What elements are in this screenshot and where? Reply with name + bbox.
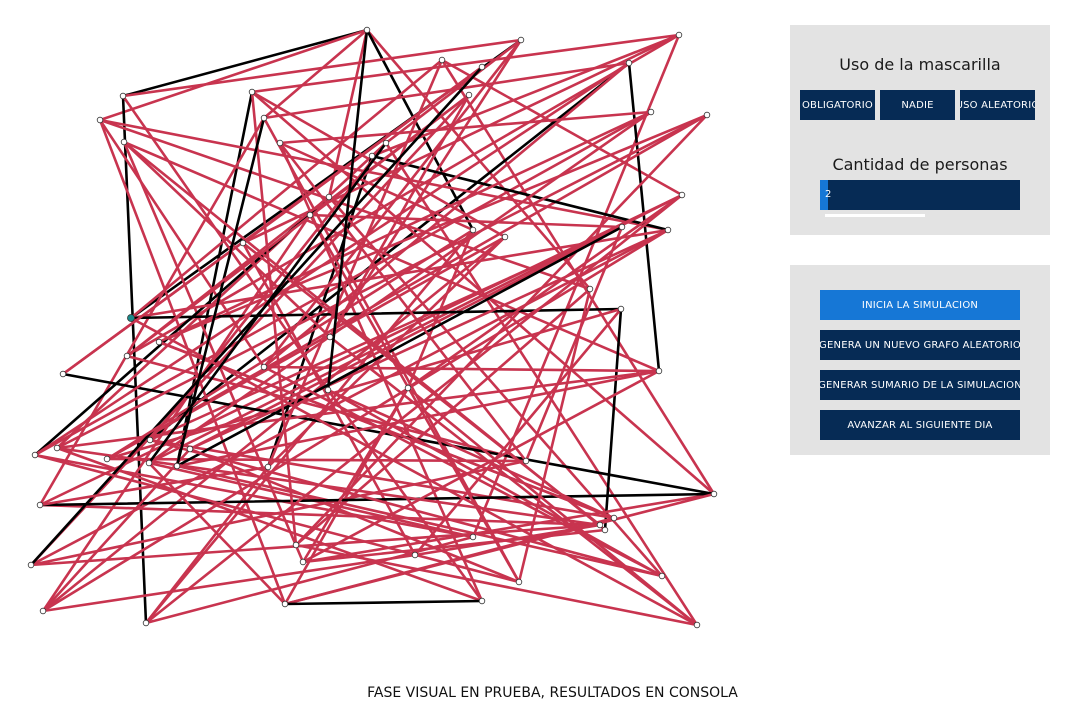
slider-underline (825, 214, 925, 217)
graph-node (123, 352, 131, 360)
next-day-button[interactable]: AVANZAR AL SIGUIENTE DIA (820, 410, 1020, 440)
graph-node (53, 444, 61, 452)
graph-node (281, 600, 289, 608)
graph-node (515, 578, 523, 586)
contact-graph (27, 26, 718, 629)
graph-node (382, 139, 390, 147)
graph-node (469, 533, 477, 541)
graph-node (325, 193, 333, 201)
graph-node (675, 31, 683, 39)
graph-node (469, 226, 477, 234)
people-count-title: Cantidad de personas (832, 155, 1008, 174)
graph-node (173, 462, 181, 470)
graph-node (501, 233, 509, 241)
graph-node (36, 501, 44, 509)
graph-node (119, 92, 127, 100)
graph-node (31, 451, 39, 459)
graph-node (155, 338, 163, 346)
graph-node (655, 367, 663, 375)
graph-node (292, 541, 300, 549)
graph-node (710, 490, 718, 498)
graph-node (601, 526, 609, 534)
mask-usage-panel: Uso de la mascarilla OBLIGATORIO NADIE U… (790, 25, 1050, 235)
graph-edge (121, 28, 369, 98)
graph-node (438, 56, 446, 64)
graph-node (658, 572, 666, 580)
graph-node (522, 457, 530, 465)
graph-node (103, 455, 111, 463)
graph-node (248, 88, 256, 96)
graph-node (368, 152, 376, 160)
graph-node (664, 226, 672, 234)
graph-node (703, 111, 711, 119)
graph-node (596, 521, 604, 529)
graph-node (260, 114, 268, 122)
people-count-value: 2 (825, 189, 832, 200)
app-window: Uso de la mascarilla OBLIGATORIO NADIE U… (0, 0, 1080, 720)
graph-node (260, 363, 268, 371)
graph-node (618, 223, 626, 231)
graph-node (146, 436, 154, 444)
graph-node (586, 285, 594, 293)
graph-node (276, 139, 284, 147)
graph-node (678, 191, 686, 199)
graph-node (625, 59, 633, 67)
graph-node (404, 384, 412, 392)
status-footer: FASE VISUAL EN PRUEBA, RESULTADOS EN CON… (367, 685, 738, 701)
no-mask-button[interactable]: NADIE (880, 90, 955, 120)
graph-edge (98, 28, 369, 122)
graph-node (120, 138, 128, 146)
graph-node (127, 314, 135, 322)
graph-node (693, 621, 701, 629)
graph-node (324, 386, 332, 394)
graph-node (306, 211, 314, 219)
graph-edge (283, 599, 484, 606)
new-random-graph-button[interactable]: GENERA UN NUEVO GRAFO ALEATORIO (820, 330, 1020, 360)
graph-node (96, 116, 104, 124)
graph-edge (262, 38, 523, 369)
graph-node (617, 305, 625, 313)
simulation-summary-button[interactable]: GENERAR SUMARIO DE LA SIMULACION (820, 370, 1020, 400)
graph-edge (144, 465, 270, 625)
graph-node (239, 239, 247, 247)
graph-node (142, 619, 150, 627)
graph-node (610, 514, 618, 522)
graph-node (145, 459, 153, 467)
graph-node (465, 91, 473, 99)
mandatory-mask-button[interactable]: OBLIGATORIO (800, 90, 875, 120)
graph-node (299, 558, 307, 566)
graph-node (264, 463, 272, 471)
graph-node (478, 63, 486, 71)
graph-node (27, 561, 35, 569)
graph-node (478, 597, 486, 605)
graph-node (517, 36, 525, 44)
graph-node (647, 108, 655, 116)
graph-node (186, 445, 194, 453)
graph-node (411, 551, 419, 559)
graph-node (363, 26, 371, 34)
mask-usage-title: Uso de la mascarilla (839, 55, 1001, 74)
random-mask-button[interactable]: USO ALEATORIO (960, 90, 1035, 120)
graph-node (39, 607, 47, 615)
simulation-panel: INICIA LA SIMULACION GENERA UN NUEVO GRA… (790, 265, 1050, 455)
graph-node (326, 333, 334, 341)
start-simulation-button[interactable]: INICIA LA SIMULACION (820, 290, 1020, 320)
people-count-slider[interactable]: 2 (820, 180, 1020, 210)
graph-node (59, 370, 67, 378)
